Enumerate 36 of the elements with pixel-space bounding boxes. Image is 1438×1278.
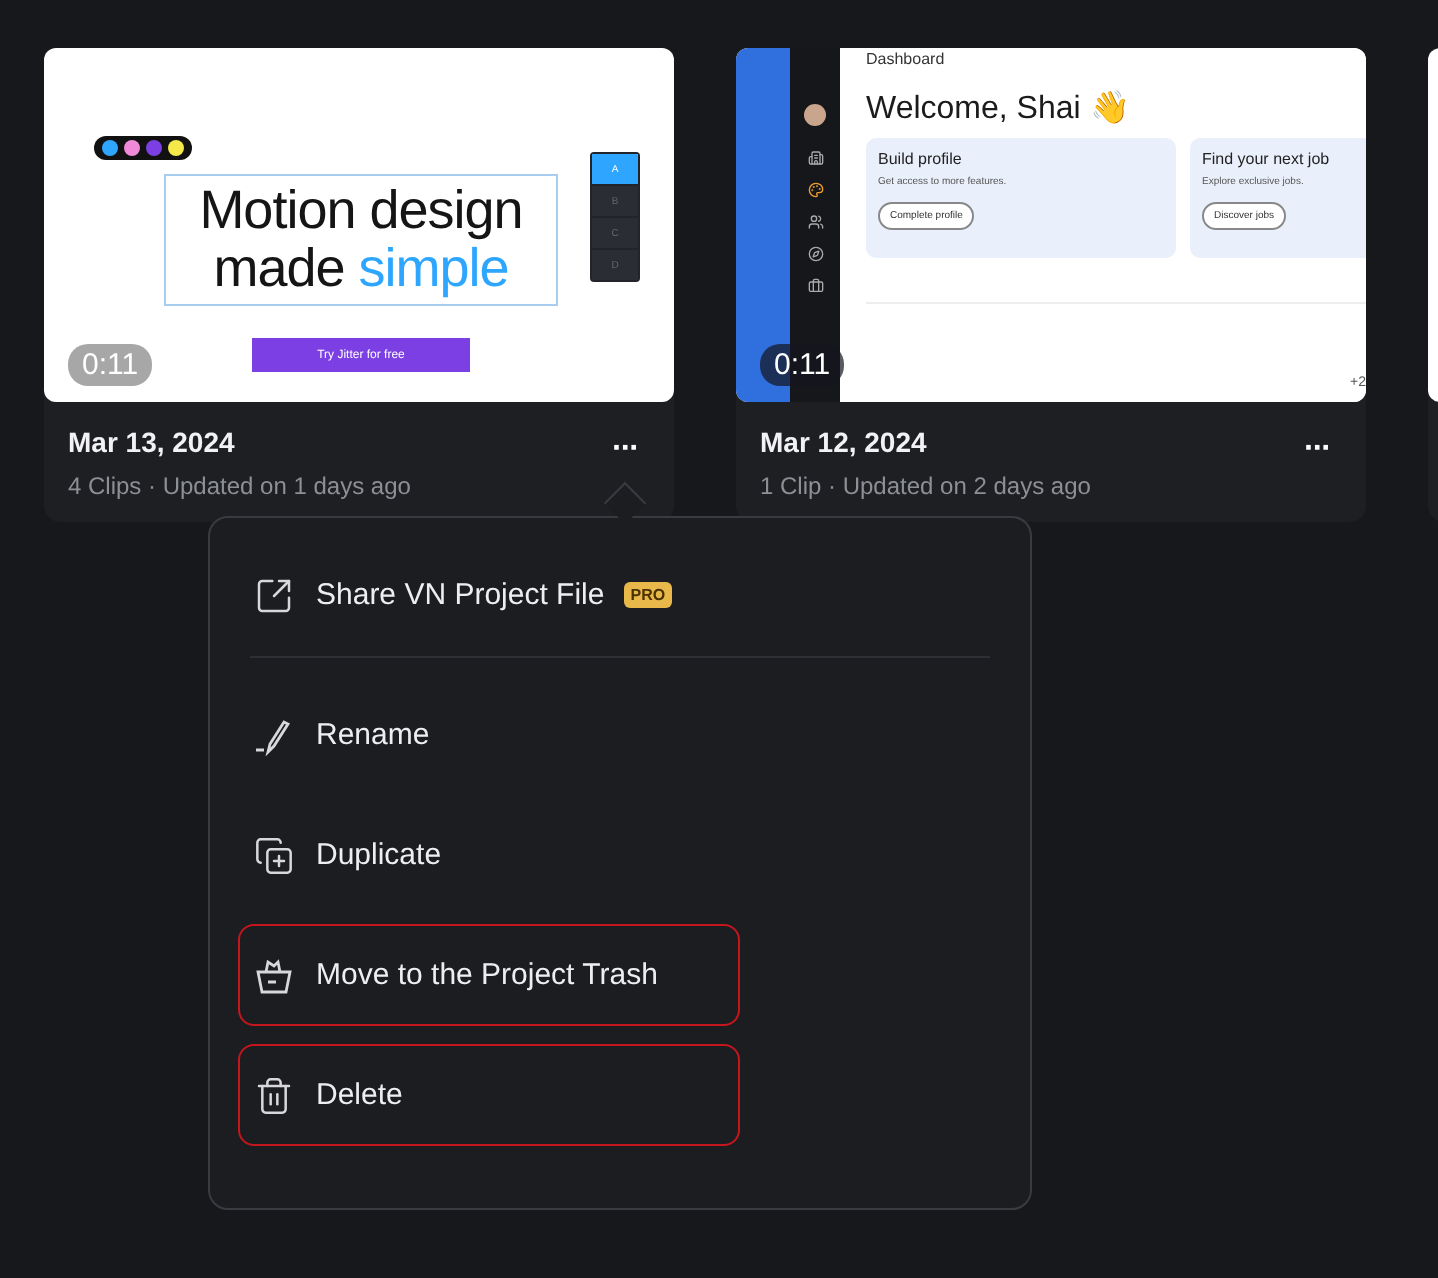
card-title: Build profile	[878, 150, 964, 168]
pencil-icon	[254, 715, 294, 755]
basket-icon	[254, 955, 294, 995]
menu-item[interactable]: Rename	[238, 684, 740, 786]
avatar-icon	[804, 104, 826, 126]
share-icon	[254, 575, 294, 615]
more-button[interactable]: ···	[604, 436, 646, 464]
menu-item-label: Share VN Project File	[316, 578, 605, 612]
headline: made simple	[213, 240, 509, 298]
project-meta: 4 Clips · Updated on 1 days ago	[68, 472, 413, 500]
project-date: Mar 12, 2024	[760, 426, 927, 458]
project-meta: 1 Clip · Updated on 2 days ago	[760, 472, 1093, 500]
duplicate-icon	[254, 835, 294, 875]
headline: Motion design	[199, 182, 523, 240]
more-button[interactable]: ···	[1296, 436, 1338, 464]
pro-badge: PRO	[624, 582, 672, 608]
duration-label: 0:11	[760, 344, 845, 386]
trash-icon	[254, 1075, 294, 1115]
menu-item[interactable]: Move to the Project Trash	[238, 924, 740, 1026]
page-heading: Dashboard	[866, 50, 945, 68]
duration-label: 0:11	[68, 344, 153, 386]
menu-item-label: Rename	[316, 718, 430, 752]
menu-item-label: Duplicate	[316, 838, 442, 872]
users-icon	[807, 214, 823, 230]
menu-item[interactable]: Delete	[238, 1044, 740, 1146]
menu-item[interactable]: Duplicate	[238, 804, 740, 906]
menu-item-label: Delete	[316, 1078, 403, 1112]
building-icon	[807, 150, 823, 166]
menu-item-label: Move to the Project Trash	[316, 958, 658, 992]
welcome-heading: Welcome, Shai 👋	[866, 88, 1132, 128]
compass-icon	[807, 246, 823, 262]
card-title: Find your next job	[1202, 150, 1332, 168]
briefcase-icon	[807, 278, 823, 294]
menu-item[interactable]: Share VN Project File PRO	[238, 544, 740, 646]
project-date: Mar 13, 2024	[68, 426, 235, 458]
palette-icon	[807, 182, 823, 198]
